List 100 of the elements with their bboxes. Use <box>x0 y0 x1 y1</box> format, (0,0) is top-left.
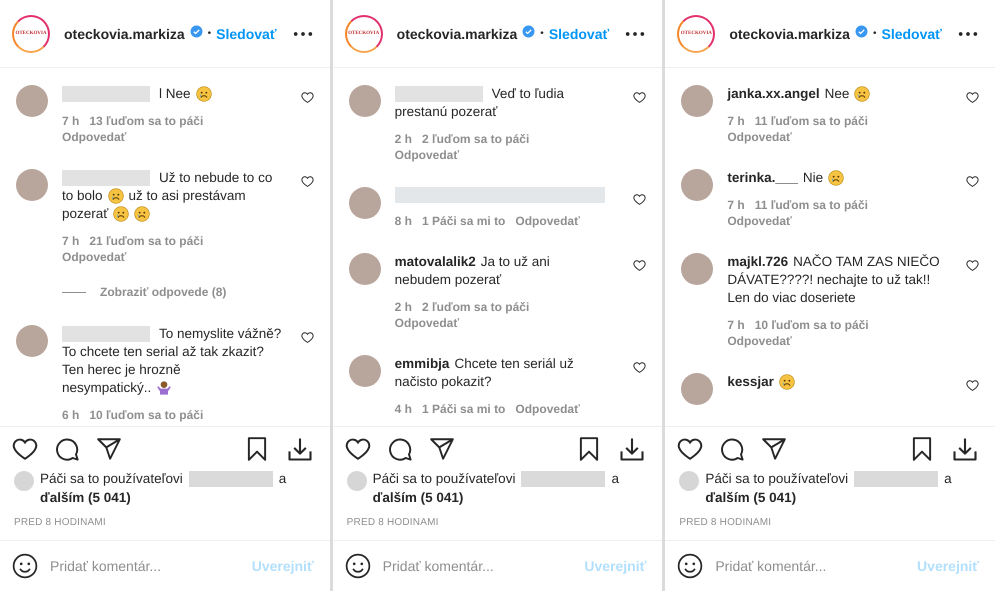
post-time: PRED 8 HODINAMI <box>346 516 440 530</box>
emoji-icon[interactable] <box>344 553 371 579</box>
comment-text: DÁVATE????! nechajte to už tak!! <box>727 271 930 289</box>
send-icon[interactable] <box>96 436 122 462</box>
sad-face-icon <box>108 188 124 204</box>
emoji-icon[interactable] <box>677 553 704 579</box>
like-count[interactable]: 11 ľuďom sa to páči <box>754 197 868 213</box>
comment-text: To nemyslite vážně? <box>159 325 282 343</box>
comment-time: 2 h <box>394 131 412 147</box>
comment-time: 7 h <box>727 197 745 213</box>
heart-icon[interactable] <box>633 91 646 104</box>
separator-dot: • <box>872 28 876 39</box>
comment-username[interactable]: terinka.___ <box>727 169 798 187</box>
heart-icon[interactable] <box>966 259 980 272</box>
sad-face-icon <box>196 86 212 102</box>
heart-icon[interactable] <box>300 175 314 188</box>
comment-text: už to asi prestávam <box>128 187 246 205</box>
like-count[interactable]: 13 ľuďom sa to páči <box>89 113 204 129</box>
comment-text: prestanú pozerať <box>394 103 498 121</box>
send-icon[interactable] <box>761 436 788 462</box>
like-count[interactable]: 2 ľuďom sa to páči <box>422 131 530 147</box>
comment-text: pozerať <box>62 205 108 223</box>
sad-face-icon <box>854 86 870 102</box>
comment-time: 2 h <box>394 299 412 315</box>
likes-text: a <box>278 470 286 488</box>
comment-text: to bolo <box>62 187 103 205</box>
comment-time: 7 h <box>727 113 745 129</box>
reply-link[interactable]: Odpovedať <box>727 213 792 229</box>
follow-link[interactable]: Sledovať <box>548 26 610 42</box>
comment-username[interactable]: emmibja <box>394 355 450 373</box>
like-count[interactable]: 10 ľuďom sa to páči <box>89 407 204 423</box>
comment-text: Veď to ľudia <box>492 85 564 103</box>
reply-link[interactable]: Odpovedať <box>62 129 126 145</box>
reply-link[interactable]: Odpovedať <box>515 213 580 229</box>
comment-username[interactable]: kessjar <box>727 373 774 391</box>
likes-count[interactable]: ďalším (5 041) <box>372 488 652 507</box>
comment-icon[interactable] <box>719 436 746 462</box>
comment-time: 7 h <box>727 317 745 333</box>
comment-text: Ten herec je hrozně <box>62 361 181 379</box>
comment-username[interactable]: matovalalik2 <box>394 253 476 271</box>
reply-link[interactable]: Odpovedať <box>394 315 460 331</box>
likes-text: a <box>944 470 952 488</box>
comment-time: 7 h <box>62 233 80 249</box>
reply-link[interactable]: Odpovedať <box>727 333 792 349</box>
likes-count[interactable]: ďalším (5 041) <box>40 488 320 507</box>
like-count[interactable]: 11 ľuďom sa to páči <box>754 113 868 129</box>
heart-icon[interactable] <box>12 436 38 462</box>
heart-icon[interactable] <box>344 436 371 462</box>
heart-icon[interactable] <box>966 379 980 392</box>
comment-icon[interactable] <box>386 436 413 462</box>
comment-time: 4 h <box>394 401 412 417</box>
comment-text: l Nee <box>159 85 191 103</box>
comment-text: Už to nebude to co <box>159 169 272 187</box>
like-count[interactable]: 10 ľuďom sa to páči <box>754 317 869 333</box>
heart-icon[interactable] <box>300 331 314 344</box>
comment-input[interactable]: Pridať komentár... <box>715 558 906 574</box>
like-count[interactable]: 1 Páči sa mi to <box>422 213 506 229</box>
follow-link[interactable]: Sledovať <box>881 26 942 42</box>
reply-link[interactable]: Odpovedať <box>515 401 580 417</box>
account-username[interactable]: oteckovia.markiza <box>396 26 518 42</box>
comment-username[interactable]: majkl.726 <box>727 253 788 271</box>
send-icon[interactable] <box>428 436 455 462</box>
comment-input[interactable]: Pridať komentár... <box>50 558 240 574</box>
heart-icon[interactable] <box>633 259 646 272</box>
comment-text: NAČO TAM ZAS NIEČO <box>793 253 940 271</box>
like-count[interactable]: 2 ľuďom sa to páči <box>422 299 530 315</box>
comment-time: 7 h <box>62 113 80 129</box>
like-count[interactable]: 21 ľuďom sa to páči <box>89 233 204 249</box>
account-username[interactable]: oteckovia.markiza <box>729 26 850 42</box>
comment-text: To chcete ten serial až tak zkazit? <box>62 343 264 361</box>
view-replies-link[interactable]: Zobraziť odpovede (8) <box>100 283 226 301</box>
reply-link[interactable]: Odpovedať <box>62 249 126 265</box>
separator-dot: • <box>540 28 544 39</box>
comment-icon[interactable] <box>54 436 80 462</box>
heart-icon[interactable] <box>633 193 646 206</box>
comment-text: Chcete ten seriál už <box>454 355 574 373</box>
heart-icon[interactable] <box>300 91 314 104</box>
comment-time: 8 h <box>394 213 412 229</box>
comment-text: Nie <box>802 169 824 187</box>
reply-link[interactable]: Odpovedať <box>727 129 792 145</box>
likes-text: Páči sa to používateľovi <box>372 470 516 488</box>
emoji-icon[interactable] <box>12 553 38 579</box>
account-username[interactable]: oteckovia.markiza <box>64 26 185 42</box>
heart-icon[interactable] <box>966 91 980 104</box>
heart-icon[interactable] <box>966 175 980 188</box>
shrug-person-icon <box>156 380 172 396</box>
likes-text: Páči sa to používateľovi <box>40 470 183 488</box>
likes-text: Páči sa to používateľovi <box>705 470 848 488</box>
post-time: PRED 8 HODINAMI <box>13 516 107 530</box>
comment-text: nebudem pozerať <box>394 271 502 289</box>
like-count[interactable]: 1 Páči sa mi to <box>422 401 506 417</box>
heart-icon[interactable] <box>633 361 646 374</box>
comment-input[interactable]: Pridať komentár... <box>382 558 572 574</box>
comment-username[interactable]: janka.xx.angel <box>727 85 820 103</box>
heart-icon[interactable] <box>677 436 704 462</box>
comment-time: 6 h <box>62 407 80 423</box>
likes-count[interactable]: ďalším (5 041) <box>705 488 986 507</box>
follow-link[interactable]: Sledovať <box>216 26 277 42</box>
comment-text: načisto pokazit? <box>394 373 492 391</box>
reply-link[interactable]: Odpovedať <box>394 147 460 163</box>
